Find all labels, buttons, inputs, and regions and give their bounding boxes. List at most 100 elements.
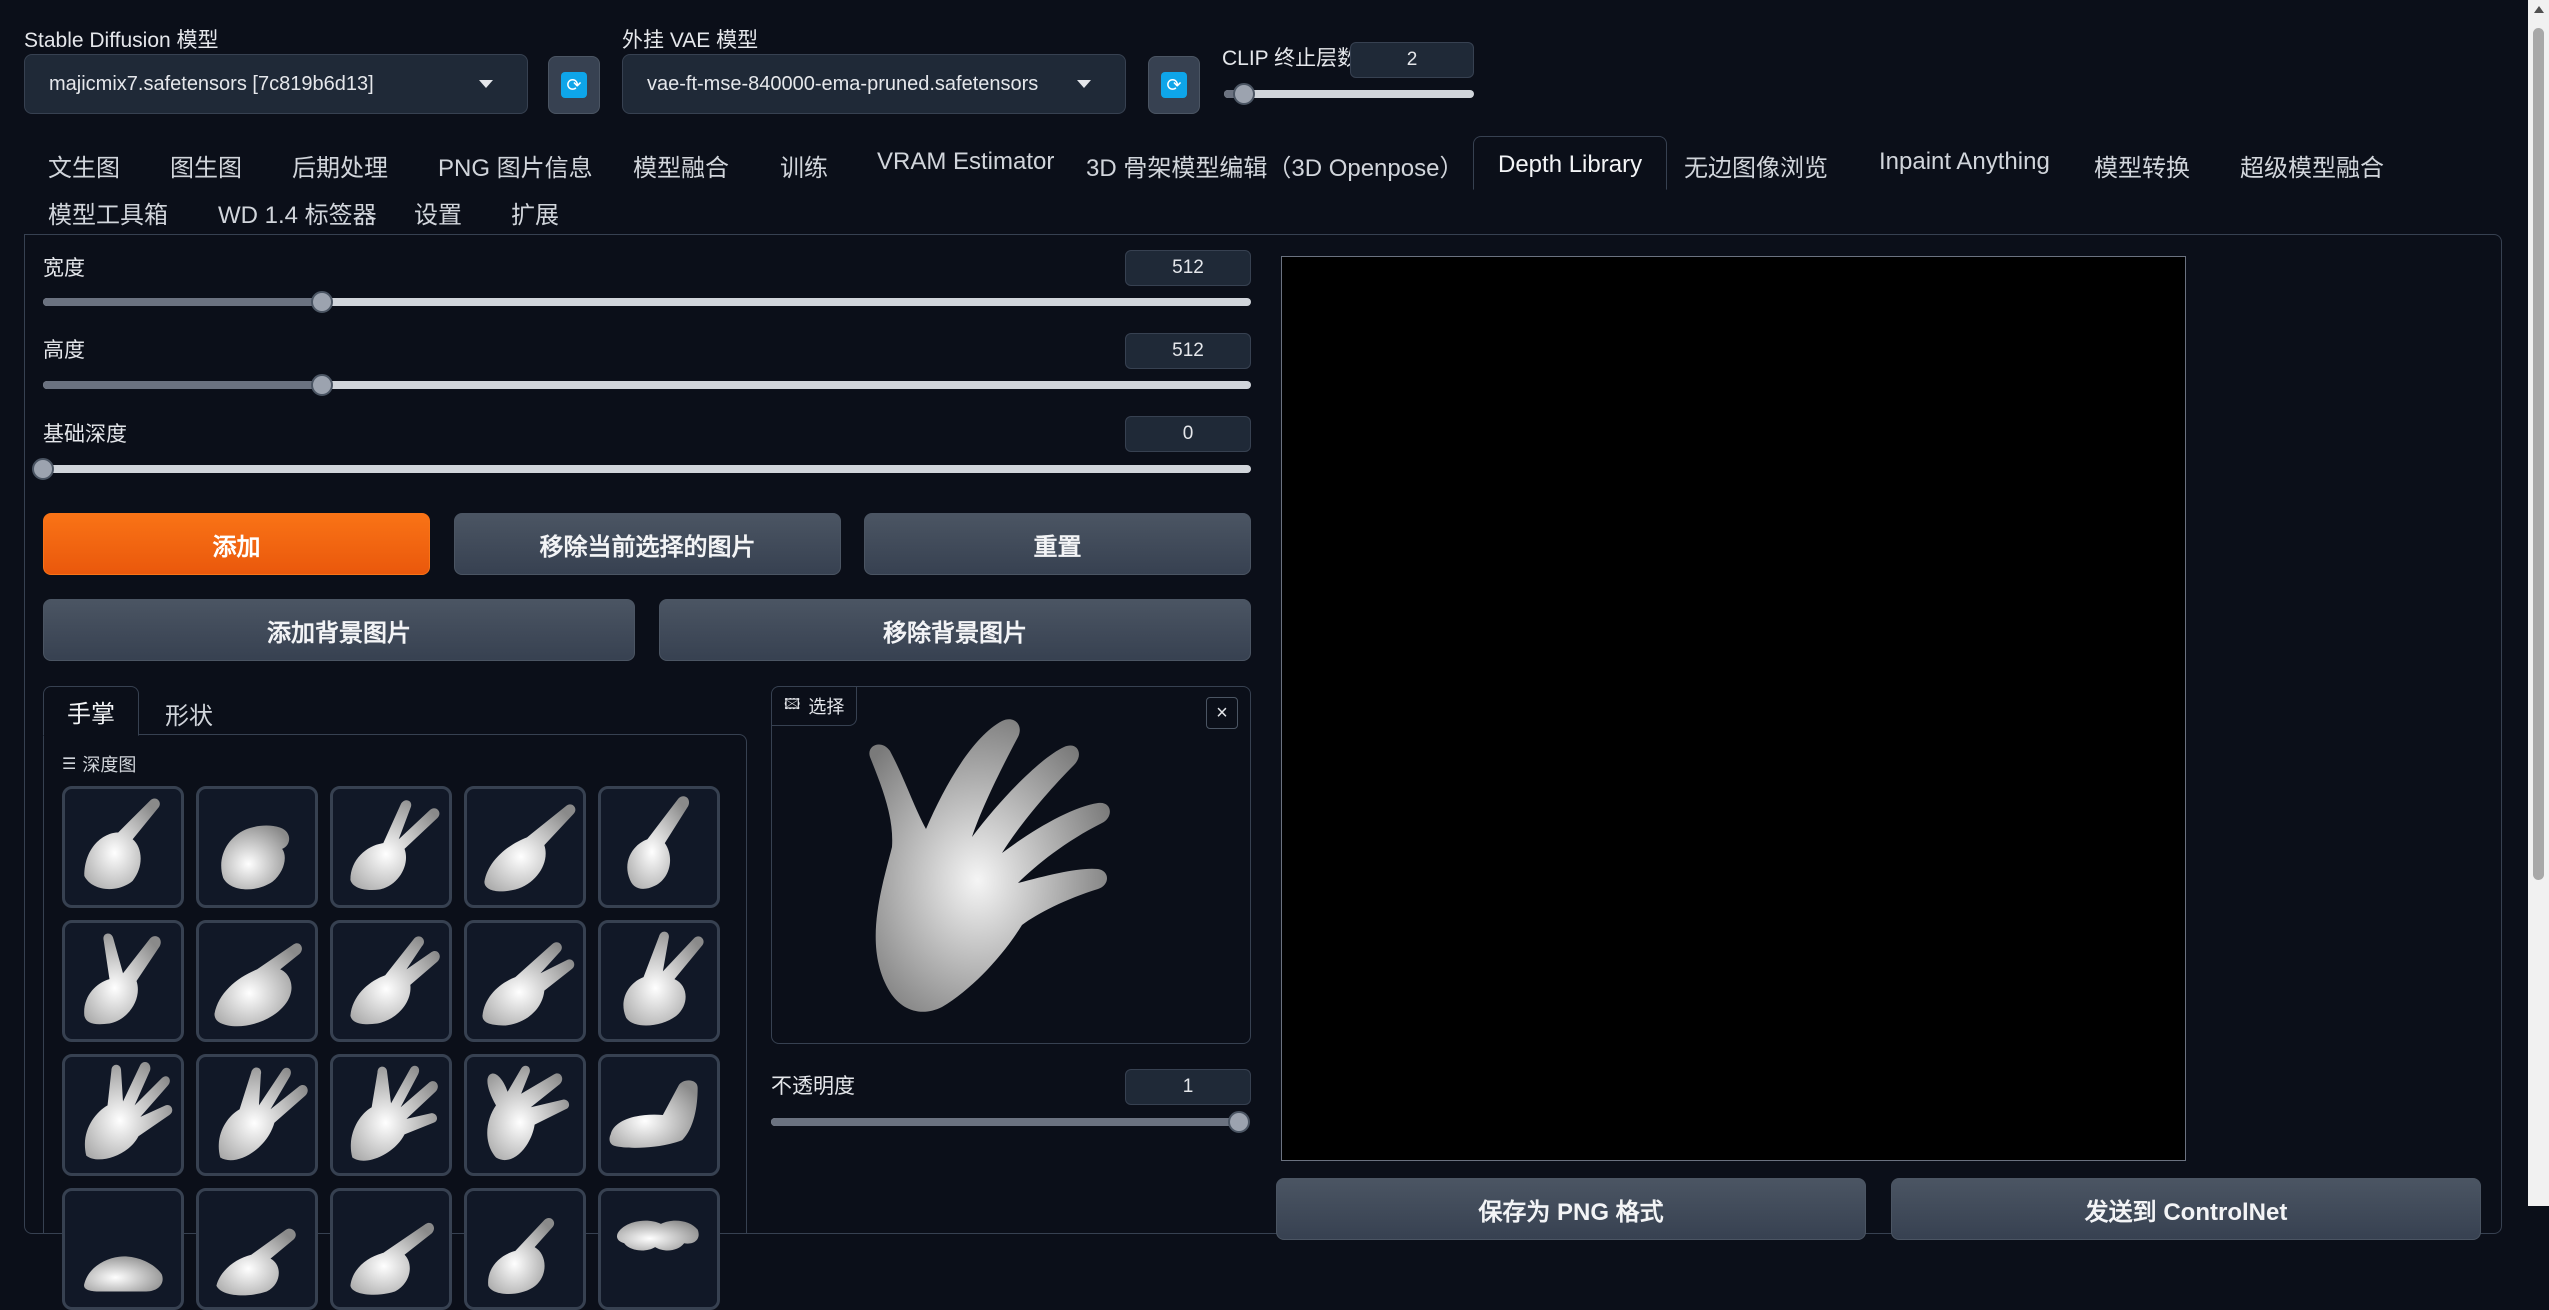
hand-thumbnail[interactable] bbox=[196, 1188, 318, 1310]
hand-thumbnail[interactable] bbox=[464, 920, 586, 1042]
opacity-number-input[interactable]: 1 bbox=[1125, 1069, 1251, 1105]
tab-vram-estimator[interactable]: VRAM Estimator bbox=[877, 148, 1054, 176]
hand-depth-image bbox=[627, 796, 690, 889]
tab-settings[interactable]: 设置 bbox=[414, 195, 462, 230]
hand-depth-image bbox=[214, 943, 302, 1027]
hand-depth-image bbox=[623, 931, 704, 1026]
opacity-label: 不透明度 bbox=[771, 1075, 855, 1098]
hand-thumbnail[interactable] bbox=[598, 1188, 720, 1310]
hand-depth-image bbox=[84, 1256, 163, 1292]
hand-thumbnail[interactable] bbox=[464, 1054, 586, 1176]
sd-model-label: Stable Diffusion 模型 bbox=[24, 29, 219, 52]
tab-3d-openpose[interactable]: 3D 骨架模型编辑（3D Openpose） bbox=[1086, 148, 1463, 183]
tab-png-info[interactable]: PNG 图片信息 bbox=[438, 148, 593, 183]
height-label: 高度 bbox=[43, 339, 85, 362]
clip-number-input[interactable]: 2 bbox=[1350, 42, 1474, 78]
height-slider[interactable] bbox=[43, 374, 1251, 396]
hand-depth-image bbox=[84, 933, 161, 1025]
tab-model-converter[interactable]: 模型转换 bbox=[2094, 148, 2190, 183]
hand-thumbnail[interactable] bbox=[62, 1188, 184, 1310]
hand-thumbnail[interactable] bbox=[330, 786, 452, 908]
height-slider-fill bbox=[43, 381, 323, 389]
tab-extensions[interactable]: 扩展 bbox=[511, 195, 559, 230]
add-background-button[interactable]: 添加背景图片 bbox=[43, 599, 635, 661]
chevron-down-icon bbox=[479, 80, 493, 88]
hand-thumbnail[interactable] bbox=[598, 1054, 720, 1176]
hand-thumbnail[interactable] bbox=[196, 786, 318, 908]
vae-value: vae-ft-mse-840000-ema-pruned.safetensors bbox=[647, 72, 1039, 95]
clip-label: CLIP 终止层数 bbox=[1222, 47, 1359, 70]
clip-slider-thumb[interactable] bbox=[1233, 83, 1255, 105]
hand-thumbnail[interactable] bbox=[62, 786, 184, 908]
hand-depth-image bbox=[350, 1065, 438, 1161]
tab-extras[interactable]: 后期处理 bbox=[292, 148, 388, 183]
tab-depth-library[interactable]: Depth Library bbox=[1473, 136, 1668, 190]
base-depth-slider[interactable] bbox=[32, 458, 1251, 480]
hand-thumbnail[interactable] bbox=[196, 920, 318, 1042]
hand-depth-image bbox=[218, 1067, 308, 1161]
vae-dropdown[interactable]: vae-ft-mse-840000-ema-pruned.safetensors bbox=[622, 54, 1126, 114]
remove-selected-button[interactable]: 移除当前选择的图片 bbox=[454, 513, 841, 575]
refresh-icon: ⟳ bbox=[1161, 72, 1187, 98]
hand-depth-image bbox=[350, 800, 440, 891]
tab-shapes[interactable]: 形状 bbox=[165, 696, 213, 731]
hand-depth-image bbox=[84, 1061, 173, 1160]
width-slider-thumb[interactable] bbox=[311, 291, 334, 313]
hand-depth-image bbox=[350, 936, 440, 1025]
reset-button[interactable]: 重置 bbox=[864, 513, 1251, 575]
base-depth-number-input[interactable]: 0 bbox=[1125, 416, 1251, 452]
height-slider-thumb[interactable] bbox=[311, 374, 334, 396]
scrollbar-thumb[interactable] bbox=[2533, 28, 2544, 880]
selected-preview-panel: 🖾 选择 × bbox=[771, 686, 1251, 1044]
gallery-label: 深度图 bbox=[82, 755, 137, 775]
tab-inpaint-anything[interactable]: Inpaint Anything bbox=[1879, 148, 2050, 176]
hand-depth-image bbox=[221, 825, 290, 890]
selected-hand-image bbox=[869, 719, 1110, 1012]
send-controlnet-button[interactable]: 发送到 ControlNet bbox=[1891, 1178, 2481, 1240]
tab-model-toolkit[interactable]: 模型工具箱 bbox=[48, 195, 168, 230]
image-icon: 🖾 bbox=[784, 695, 801, 713]
base-depth-slider-thumb[interactable] bbox=[32, 458, 54, 480]
tab-supermerger[interactable]: 超级模型融合 bbox=[2240, 148, 2384, 183]
tab-wd14-tagger[interactable]: WD 1.4 标签器 bbox=[218, 195, 377, 230]
hand-depth-image bbox=[616, 1220, 699, 1251]
tab-infinite-image-browsing[interactable]: 无边图像浏览 bbox=[1684, 148, 1828, 183]
hand-thumbnail[interactable] bbox=[598, 920, 720, 1042]
select-label: 选择 bbox=[808, 697, 845, 717]
width-number-input[interactable]: 512 bbox=[1125, 250, 1251, 286]
tab-train[interactable]: 训练 bbox=[780, 148, 828, 183]
hand-thumbnail[interactable] bbox=[330, 920, 452, 1042]
refresh-sd-model-button[interactable]: ⟳ bbox=[548, 56, 600, 114]
opacity-slider-thumb[interactable] bbox=[1228, 1111, 1250, 1133]
width-slider[interactable] bbox=[43, 291, 1251, 313]
hand-thumbnail[interactable] bbox=[598, 786, 720, 908]
vae-label: 外挂 VAE 模型 bbox=[622, 29, 759, 52]
tab-img2img[interactable]: 图生图 bbox=[170, 148, 242, 183]
clip-slider[interactable] bbox=[1224, 83, 1474, 105]
hand-thumbnail[interactable] bbox=[196, 1054, 318, 1176]
hand-thumbnail[interactable] bbox=[62, 1054, 184, 1176]
remove-background-button[interactable]: 移除背景图片 bbox=[659, 599, 1251, 661]
hand-thumbnail[interactable] bbox=[464, 1188, 586, 1310]
close-icon[interactable]: × bbox=[1206, 697, 1238, 729]
depth-canvas[interactable] bbox=[1281, 256, 2186, 1161]
height-number-input[interactable]: 512 bbox=[1125, 333, 1251, 369]
scroll-up-icon[interactable] bbox=[2534, 6, 2544, 13]
hand-depth-image bbox=[350, 1222, 435, 1295]
opacity-slider[interactable] bbox=[771, 1111, 1250, 1133]
base-depth-label: 基础深度 bbox=[43, 423, 127, 446]
sd-model-dropdown[interactable]: majicmix7.safetensors [7c819b6d13] bbox=[24, 54, 528, 114]
chevron-down-icon bbox=[1077, 80, 1091, 88]
hand-thumbnail[interactable] bbox=[62, 920, 184, 1042]
tab-hands[interactable]: 手掌 bbox=[43, 686, 139, 736]
tab-txt2img[interactable]: 文生图 bbox=[48, 148, 120, 183]
refresh-vae-button[interactable]: ⟳ bbox=[1148, 56, 1200, 114]
hand-thumbnail[interactable] bbox=[464, 786, 586, 908]
scrollbar-track[interactable] bbox=[2528, 0, 2549, 1206]
save-png-button[interactable]: 保存为 PNG 格式 bbox=[1276, 1178, 1866, 1240]
hand-thumbnail[interactable] bbox=[330, 1054, 452, 1176]
add-button[interactable]: 添加 bbox=[43, 513, 430, 575]
tab-checkpoint-merger[interactable]: 模型融合 bbox=[633, 148, 729, 183]
hand-depth-image bbox=[482, 942, 575, 1026]
hand-thumbnail[interactable] bbox=[330, 1188, 452, 1310]
